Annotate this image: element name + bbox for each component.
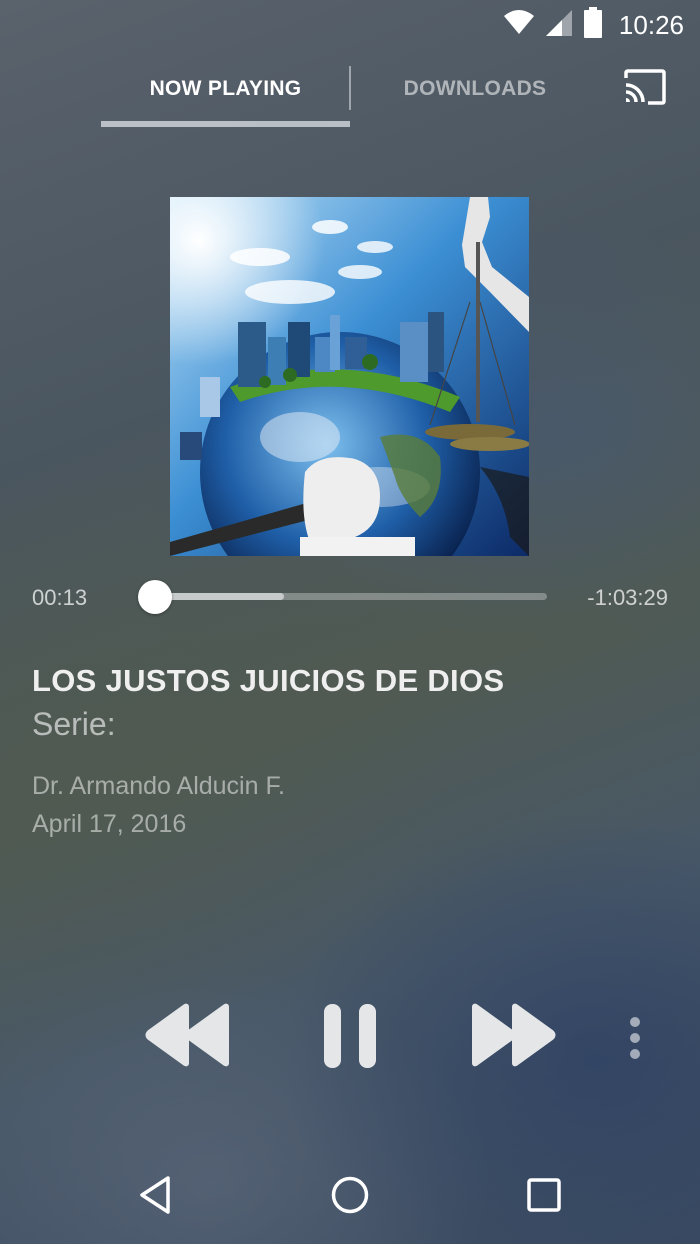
track-date: April 17, 2016 xyxy=(32,810,187,838)
rewind-button[interactable] xyxy=(140,1000,235,1075)
more-options-button[interactable] xyxy=(620,1010,650,1070)
seek-bar[interactable] xyxy=(155,593,547,600)
rewind-icon xyxy=(143,1003,233,1072)
track-series: Serie: xyxy=(32,706,116,742)
home-icon xyxy=(330,1175,370,1220)
wifi-icon xyxy=(503,9,535,41)
recents-icon xyxy=(526,1177,562,1218)
nav-back-button[interactable] xyxy=(130,1172,180,1222)
battery-icon xyxy=(583,6,603,44)
pause-icon xyxy=(322,1003,378,1074)
tab-now-playing[interactable]: NOW PLAYING xyxy=(101,60,350,118)
nav-recents-button[interactable] xyxy=(519,1172,569,1222)
pause-button[interactable] xyxy=(310,998,390,1078)
seek-thumb[interactable] xyxy=(138,580,172,614)
tab-downloads[interactable]: DOWNLOADS xyxy=(352,60,598,118)
navigation-bar xyxy=(0,1150,700,1244)
status-time: 10:26 xyxy=(618,9,684,40)
album-artwork xyxy=(170,197,529,556)
seek-buffered xyxy=(155,593,285,600)
fast-forward-icon xyxy=(468,1003,558,1072)
tab-divider xyxy=(349,66,351,110)
tab-bar: NOW PLAYING DOWNLOADS xyxy=(0,60,700,130)
tab-indicator xyxy=(101,121,350,127)
status-bar: 10:26 xyxy=(0,0,700,50)
track-title: LOS JUSTOS JUICIOS DE DIOS xyxy=(32,663,505,698)
cast-icon xyxy=(622,68,668,111)
cast-button[interactable] xyxy=(620,68,670,110)
signal-icon xyxy=(545,9,573,42)
more-vertical-icon xyxy=(628,1016,642,1065)
fast-forward-button[interactable] xyxy=(465,1000,560,1075)
back-icon xyxy=(138,1175,172,1220)
elapsed-time: 00:13 xyxy=(32,585,88,610)
remaining-time: -1:03:29 xyxy=(587,585,668,610)
nav-home-button[interactable] xyxy=(325,1172,375,1222)
track-speaker: Dr. Armando Alducin F. xyxy=(32,772,285,800)
